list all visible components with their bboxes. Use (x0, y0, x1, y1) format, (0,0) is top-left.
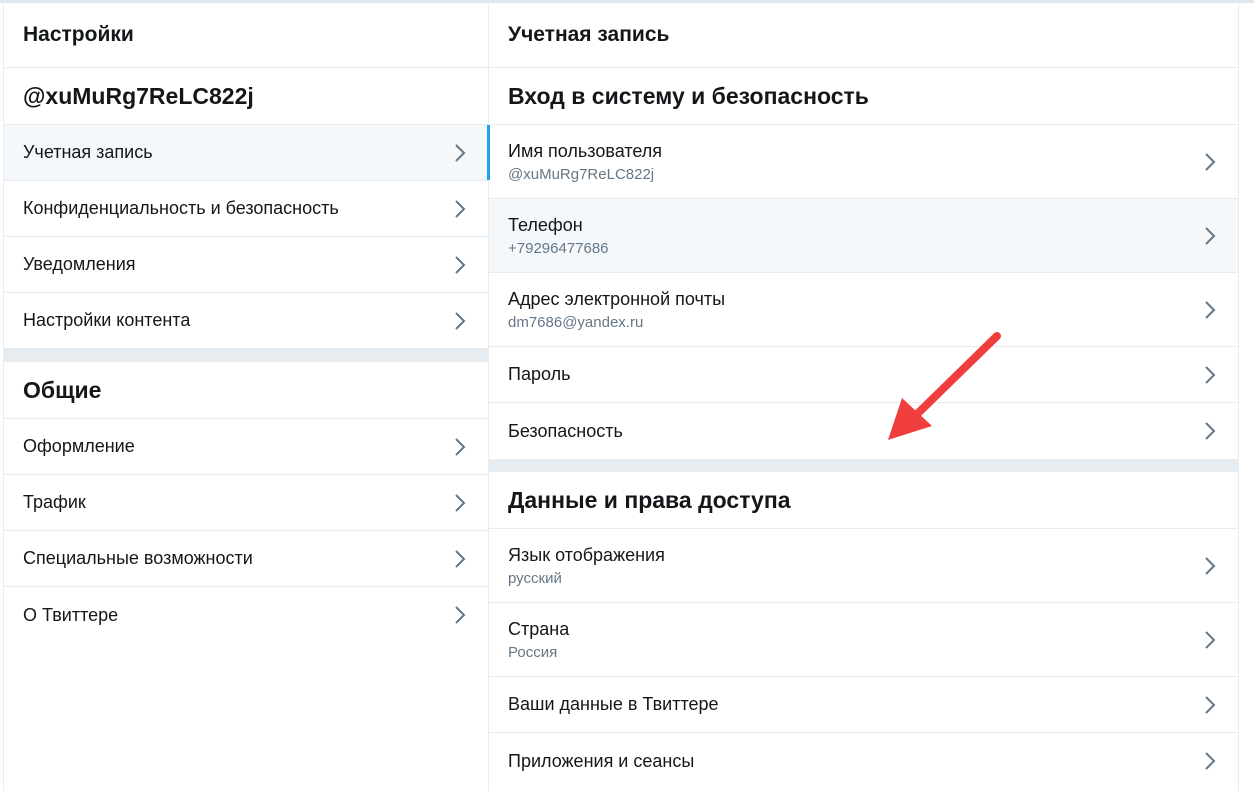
security-row[interactable]: Безопасность (489, 403, 1238, 460)
nav-item-notifications[interactable]: Уведомления (4, 237, 488, 293)
row-label: Имя пользователя (508, 140, 663, 161)
chevron-right-icon (455, 143, 466, 162)
phone-row[interactable]: Телефон +79296477686 (489, 199, 1238, 273)
account-handle-title: @xuMuRg7ReLC822j (4, 68, 488, 125)
settings-nav-column: Настройки @xuMuRg7ReLC822j Учетная запис… (3, 3, 490, 791)
display-language-row[interactable]: Язык отображения русский (489, 529, 1238, 603)
nav-item-data-usage[interactable]: Трафик (4, 475, 488, 531)
nav-item-label: Учетная запись (23, 142, 153, 162)
row-label: Страна (508, 618, 570, 639)
password-row[interactable]: Пароль (489, 347, 1238, 403)
section-divider (489, 460, 1238, 472)
chevron-right-icon (455, 255, 466, 274)
chevron-right-icon (1205, 422, 1216, 440)
nav-item-accessibility[interactable]: Специальные возможности (4, 531, 488, 587)
nav-item-display[interactable]: Оформление (4, 419, 488, 475)
chevron-right-icon (455, 493, 466, 512)
apps-sessions-row[interactable]: Приложения и сеансы (489, 733, 1238, 789)
nav-item-content-preferences[interactable]: Настройки контента (4, 293, 488, 349)
section-divider (4, 349, 488, 362)
row-label: Ваши данные в Твиттере (508, 694, 719, 714)
nav-item-label: Трафик (23, 492, 86, 512)
row-label: Пароль (508, 364, 571, 384)
nav-item-about[interactable]: О Твиттере (4, 587, 488, 643)
chevron-right-icon (455, 549, 466, 568)
chevron-right-icon (1205, 630, 1216, 649)
nav-item-account[interactable]: Учетная запись (4, 125, 490, 181)
username-row[interactable]: Имя пользователя @xuMuRg7ReLC822j (489, 125, 1238, 199)
nav-item-label: О Твиттере (23, 604, 119, 625)
row-value: dm7686@yandex.ru (508, 313, 644, 331)
account-detail-column: Учетная запись Вход в систему и безопасн… (489, 3, 1239, 791)
data-permissions-title: Данные и права доступа (489, 472, 1238, 529)
chevron-right-icon (1205, 365, 1216, 384)
nav-item-label: Уведомления (23, 254, 136, 274)
chevron-right-icon (1205, 226, 1216, 245)
row-value: Россия (508, 643, 558, 661)
chevron-right-icon (1205, 300, 1216, 319)
row-label: Язык отображения (508, 544, 665, 565)
nav-item-label: Оформление (23, 436, 135, 456)
chevron-right-icon (1205, 695, 1216, 714)
account-header: Учетная запись (489, 3, 1238, 68)
nav-item-privacy[interactable]: Конфиденциальность и безопасность (4, 181, 488, 237)
nav-item-label: Настройки контента (23, 310, 191, 330)
row-label: Телефон (508, 214, 583, 235)
login-security-title: Вход в систему и безопасность (489, 68, 1238, 125)
row-label: Приложения и сеансы (508, 750, 695, 771)
row-value: +79296477686 (508, 239, 609, 257)
country-row[interactable]: Страна Россия (489, 603, 1238, 677)
email-row[interactable]: Адрес электронной почты dm7686@yandex.ru (489, 273, 1238, 347)
chevron-right-icon (1205, 152, 1216, 171)
row-label: Адрес электронной почты (508, 288, 726, 309)
nav-item-label: Конфиденциальность и безопасность (23, 198, 339, 218)
chevron-right-icon (455, 311, 466, 330)
row-value: русский (508, 569, 562, 587)
nav-item-label: Специальные возможности (23, 548, 253, 568)
chevron-right-icon (455, 437, 466, 456)
general-section-title: Общие (4, 362, 488, 419)
chevron-right-icon (455, 606, 466, 624)
chevron-right-icon (455, 199, 466, 218)
chevron-right-icon (1205, 752, 1216, 770)
your-twitter-data-row[interactable]: Ваши данные в Твиттере (489, 677, 1238, 733)
row-value: @xuMuRg7ReLC822j (508, 165, 655, 183)
chevron-right-icon (1205, 556, 1216, 575)
settings-header: Настройки (4, 3, 488, 68)
row-label: Безопасность (508, 420, 623, 441)
